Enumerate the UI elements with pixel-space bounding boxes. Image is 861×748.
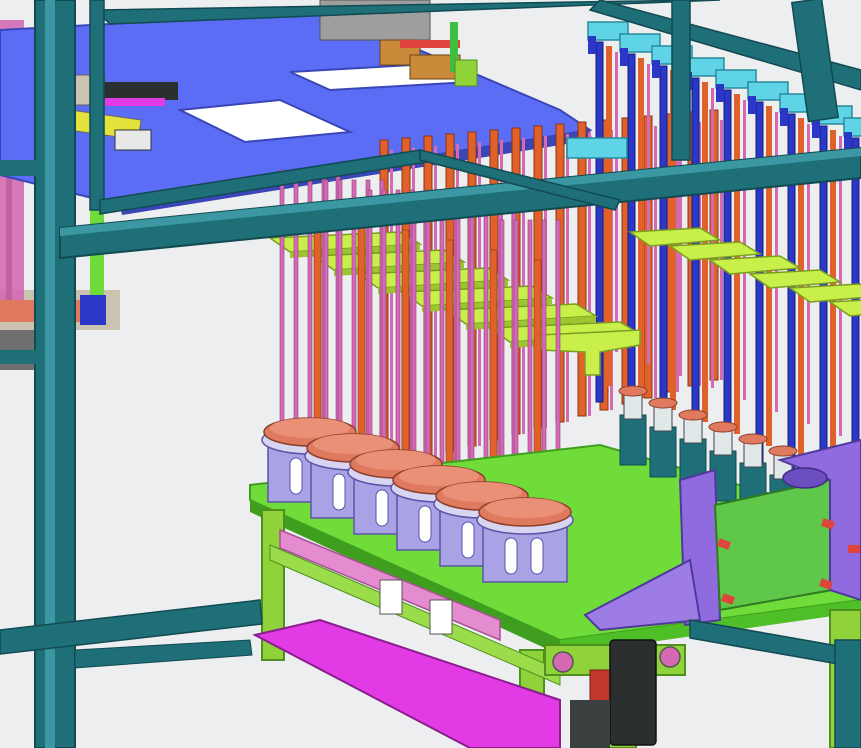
holder-window [530, 537, 544, 575]
cap-clip [780, 108, 788, 126]
cap-clip [588, 36, 596, 54]
cap-clip [748, 96, 756, 114]
holder-window [504, 537, 518, 575]
pink-rod [654, 126, 657, 398]
salmon-disc [678, 409, 708, 421]
pink-rod [676, 124, 679, 392]
orange-rod [638, 58, 644, 398]
orange-rod [357, 219, 366, 469]
orange-rod [401, 229, 410, 487]
small-cap [623, 394, 643, 420]
orange-rod [313, 209, 322, 451]
holder-window [289, 457, 303, 495]
small-cap [743, 442, 763, 468]
pink-rod [647, 64, 650, 364]
cap-clip [620, 48, 628, 66]
holder-window [332, 473, 346, 511]
blue-rod [659, 65, 668, 427]
small-holder [649, 426, 677, 478]
cyan-cap [566, 137, 628, 159]
salmon-disc [768, 445, 798, 457]
small-cap [713, 430, 733, 456]
holder-window [375, 489, 389, 527]
assembly-render [0, 0, 861, 748]
cap-clip [812, 120, 820, 138]
salmon-disc [618, 385, 648, 397]
front-rod [439, 199, 445, 505]
salmon-disc [708, 421, 738, 433]
small-holder [619, 414, 647, 466]
disc-top [485, 498, 565, 518]
cap-clip [652, 60, 660, 78]
cap-clip [716, 84, 724, 102]
cad-viewport[interactable] [0, 0, 861, 748]
holder-window [418, 505, 432, 543]
salmon-disc [738, 433, 768, 445]
salmon-disc [648, 397, 678, 409]
holder-window [461, 521, 475, 559]
front-rod [395, 189, 401, 487]
small-cap [683, 418, 703, 444]
small-cap [653, 406, 673, 432]
cap-clip [844, 132, 852, 150]
